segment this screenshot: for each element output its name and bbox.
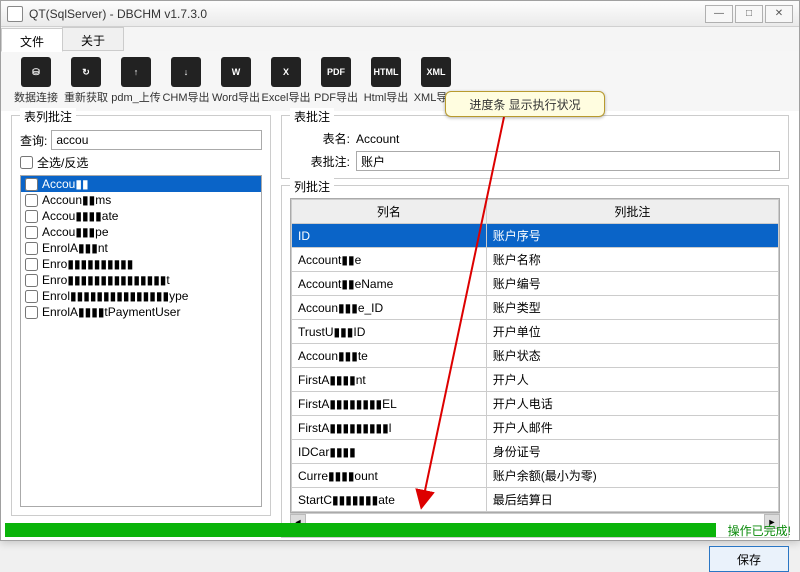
query-label: 查询: — [20, 132, 47, 149]
tablename-value: Account — [356, 132, 780, 146]
window-titlebar: QT(SqlServer) - DBCHM v1.7.3.0 — □ ✕ — [1, 1, 799, 27]
toolbar-label: PDF导出 — [314, 89, 358, 105]
query-input[interactable] — [51, 130, 262, 150]
toolbar-icon: HTML — [371, 57, 401, 87]
toolbar-label: 重新获取 — [64, 89, 108, 105]
tablename-label: 表名: — [290, 130, 350, 147]
minimize-button[interactable]: — — [705, 5, 733, 23]
table-remark-group: 表批注 表名: Account 表批注: — [281, 115, 789, 179]
list-item[interactable]: Accou▮▮▮▮ate — [21, 208, 261, 224]
table-row[interactable]: Accoun▮▮▮e_ID账户类型 — [292, 296, 779, 320]
toolbar-icon: ↑ — [121, 57, 151, 87]
table-remark-group-title: 表批注 — [290, 108, 334, 125]
menu-about[interactable]: 关于 — [62, 27, 124, 51]
toolbar-icon: W — [221, 57, 251, 87]
list-item[interactable]: Accou▮▮▮pe — [21, 224, 261, 240]
table-row[interactable]: TrustU▮▮▮ID开户单位 — [292, 320, 779, 344]
table-row[interactable]: Curre▮▮▮▮ount账户余额(最小为零) — [292, 464, 779, 488]
toolbar-label: Excel导出 — [262, 89, 311, 105]
list-item[interactable]: Enro▮▮▮▮▮▮▮▮▮▮ — [21, 256, 261, 272]
toolbar-Word导出[interactable]: W Word导出 — [213, 55, 259, 107]
table-row[interactable]: FirstA▮▮▮▮nt开户人 — [292, 368, 779, 392]
list-item[interactable]: EnrolA▮▮▮▮tPaymentUser — [21, 304, 261, 320]
toolbar-label: Word导出 — [212, 89, 260, 105]
list-item[interactable]: Accou▮▮ — [21, 176, 261, 192]
table-row[interactable]: IDCar▮▮▮▮身份证号 — [292, 440, 779, 464]
toolbar-label: CHM导出 — [162, 89, 209, 105]
table-row[interactable]: ID账户序号 — [292, 224, 779, 248]
column-grid[interactable]: 列名 列批注 ID账户序号Account▮▮e账户名称Account▮▮eNam… — [290, 198, 780, 513]
grid-header-colremark: 列批注 — [486, 200, 778, 224]
save-button[interactable]: 保存 — [709, 546, 789, 572]
left-panel: 表列批注 查询: 全选/反选 Accou▮▮Accoun▮▮msAccou▮▮▮… — [11, 115, 271, 516]
list-item[interactable]: Enro▮▮▮▮▮▮▮▮▮▮▮▮▮▮▮t — [21, 272, 261, 288]
right-panel: 表批注 表名: Account 表批注: 列批注 列名 — [281, 115, 789, 516]
table-row[interactable]: Account▮▮eName账户编号 — [292, 272, 779, 296]
app-icon — [7, 6, 23, 22]
menu-file[interactable]: 文件 — [1, 28, 63, 52]
toolbar-icon: ↻ — [71, 57, 101, 87]
toolbar-icon: XML — [421, 57, 451, 87]
close-button[interactable]: ✕ — [765, 5, 793, 23]
tableremark-input[interactable] — [356, 151, 780, 171]
status-text: 操作已完成! — [720, 522, 799, 539]
table-list[interactable]: Accou▮▮Accoun▮▮msAccou▮▮▮▮ateAccou▮▮▮peE… — [20, 175, 262, 507]
table-row[interactable]: FirstA▮▮▮▮▮▮▮▮EL开户人电话 — [292, 392, 779, 416]
toolbar: ⛁数据连接↻重新获取↑pdm_上传↓CHM导出WWord导出XExcel导出PD… — [1, 51, 799, 111]
toolbar-label: pdm_上传 — [111, 89, 161, 105]
toolbar-Html导出[interactable]: HTML Html导出 — [363, 55, 409, 107]
list-item[interactable]: EnrolA▮▮▮nt — [21, 240, 261, 256]
left-panel-title: 表列批注 — [20, 108, 76, 125]
window-title: QT(SqlServer) - DBCHM v1.7.3.0 — [29, 7, 705, 21]
progress-bar — [5, 523, 716, 537]
table-row[interactable]: Account▮▮e账户名称 — [292, 248, 779, 272]
toolbar-PDF导出[interactable]: PDF PDF导出 — [313, 55, 359, 107]
table-row[interactable]: FirstA▮▮▮▮▮▮▮▮▮l开户人邮件 — [292, 416, 779, 440]
toolbar-icon: PDF — [321, 57, 351, 87]
toolbar-pdm_上传[interactable]: ↑ pdm_上传 — [113, 55, 159, 107]
maximize-button[interactable]: □ — [735, 5, 763, 23]
table-row[interactable]: StartC▮▮▮▮▮▮▮ate最后结算日 — [292, 488, 779, 512]
toolbar-数据连接[interactable]: ⛁ 数据连接 — [13, 55, 59, 107]
toolbar-label: XML导出 — [414, 89, 459, 105]
toolbar-Excel导出[interactable]: X Excel导出 — [263, 55, 309, 107]
toolbar-label: 数据连接 — [14, 89, 58, 105]
toolbar-XML导出[interactable]: XML XML导出 — [413, 55, 459, 107]
toolbar-icon: ↓ — [171, 57, 201, 87]
list-item[interactable]: Accoun▮▮ms — [21, 192, 261, 208]
column-remark-group-title: 列批注 — [290, 178, 334, 195]
toolbar-icon: ⛁ — [21, 57, 51, 87]
tableremark-label: 表批注: — [290, 153, 350, 170]
status-bar: 操作已完成! — [1, 520, 799, 540]
select-all-checkbox[interactable]: 全选/反选 — [20, 154, 262, 171]
table-row[interactable]: Accoun▮▮▮te账户状态 — [292, 344, 779, 368]
grid-header-colname: 列名 — [292, 200, 487, 224]
menu-bar: 文件 关于 — [1, 27, 799, 51]
column-remark-group: 列批注 列名 列批注 ID账户序号Account▮▮e账户名称Account▮▮… — [281, 185, 789, 538]
toolbar-重新获取[interactable]: ↻ 重新获取 — [63, 55, 109, 107]
toolbar-label: Html导出 — [364, 89, 409, 105]
toolbar-icon: X — [271, 57, 301, 87]
toolbar-CHM导出[interactable]: ↓ CHM导出 — [163, 55, 209, 107]
list-item[interactable]: Enrol▮▮▮▮▮▮▮▮▮▮▮▮▮▮▮ype — [21, 288, 261, 304]
